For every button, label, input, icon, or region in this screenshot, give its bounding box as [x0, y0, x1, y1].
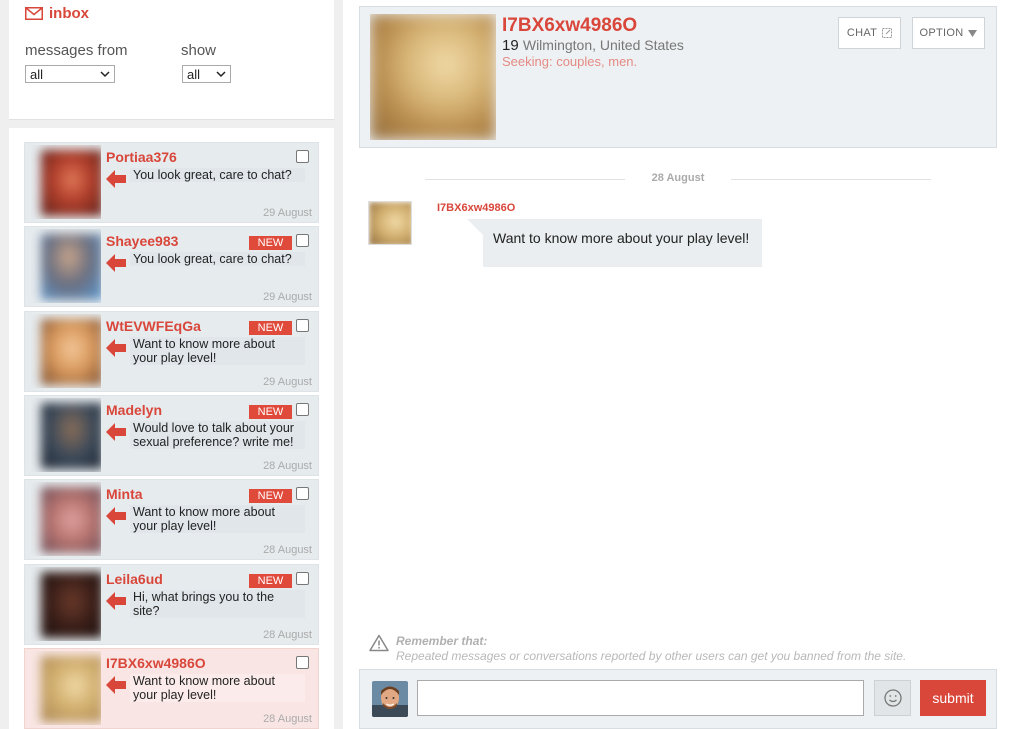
conversation-panel: I7BX6xw4986O 19 Wilmington, United State…	[343, 0, 1024, 729]
conversation-date: 29 August	[263, 375, 312, 388]
submit-button[interactable]: submit	[920, 680, 986, 716]
option-button[interactable]: OPTION	[912, 17, 985, 49]
reply-arrow-icon	[106, 507, 126, 526]
conversation-date: 28 August	[263, 459, 312, 472]
conversation-username[interactable]: WtEVWFEqGa	[106, 318, 201, 334]
inbox-title: inbox	[49, 5, 89, 22]
external-window-icon	[882, 28, 893, 38]
conversation-avatar[interactable]	[31, 145, 101, 219]
inbox-heading[interactable]: inbox	[25, 5, 89, 22]
messages-from-label: messages from	[25, 42, 128, 59]
new-badge: NEW	[249, 320, 292, 335]
new-badge: NEW	[249, 236, 292, 251]
conversation-preview: You look great, care to chat?	[130, 252, 305, 267]
profile-header: I7BX6xw4986O 19 Wilmington, United State…	[359, 6, 997, 148]
reply-arrow-icon	[106, 254, 126, 273]
message-input[interactable]	[417, 680, 864, 716]
select-checkbox[interactable]	[296, 402, 309, 416]
profile-name[interactable]: I7BX6xw4986O	[502, 15, 637, 37]
conversation-item[interactable]: Portiaa376 You look great, care to chat? 2…	[24, 142, 319, 223]
conversation-item[interactable]: I7BX6xw4986O Want to know more about your…	[24, 647, 319, 729]
conversation-avatar[interactable]	[31, 229, 101, 303]
reply-arrow-icon	[106, 675, 126, 694]
day-separator-label: 28 August	[651, 172, 705, 184]
conversation-date: 28 August	[263, 712, 312, 725]
chevron-down-icon	[216, 70, 226, 77]
select-checkbox[interactable]	[296, 150, 309, 163]
select-checkbox[interactable]	[296, 571, 309, 585]
smiley-icon	[883, 689, 902, 707]
conversation-username[interactable]: Shayee983	[106, 233, 178, 249]
my-avatar	[372, 681, 408, 717]
envelope-icon	[25, 7, 43, 20]
conversation-avatar[interactable]	[31, 398, 101, 472]
conversation-preview: You look great, care to chat?	[130, 168, 305, 182]
conversation-date: 28 August	[263, 544, 312, 557]
conversation-item[interactable]: WtEVWFEqGa NEW Want to know more about you…	[24, 310, 319, 392]
reply-arrow-icon	[106, 591, 126, 610]
profile-age: 19	[502, 37, 519, 54]
messages-from-value: all	[30, 66, 44, 82]
caret-down-icon	[968, 29, 978, 37]
select-checkbox[interactable]	[296, 655, 309, 669]
chevron-down-icon	[100, 70, 110, 77]
message-sender-name[interactable]: I7BX6xw4986O	[437, 202, 515, 214]
conversation-item[interactable]: Shayee983 NEW You look great, care to chat…	[24, 226, 319, 308]
message-bubble: Want to know more about your play level!	[483, 219, 762, 267]
day-divider-left	[425, 179, 625, 180]
bubble-tail	[467, 219, 483, 235]
new-badge: NEW	[249, 573, 292, 588]
reply-arrow-icon	[106, 170, 126, 188]
conversation-preview: Want to know more about your play level!	[130, 673, 305, 702]
conversation-preview: Want to know more about your play level!	[130, 336, 305, 365]
conversation-item[interactable]: Madelyn NEW Would love to talk about your …	[24, 394, 319, 476]
conversation-username[interactable]: I7BX6xw4986O	[106, 655, 206, 671]
new-badge: NEW	[249, 404, 292, 419]
show-value: all	[187, 66, 201, 82]
conversation-avatar[interactable]	[31, 482, 101, 556]
conversation-item[interactable]: Minta NEW Want to know more about your pla…	[24, 479, 319, 561]
warning-icon	[369, 634, 389, 652]
new-badge: NEW	[249, 489, 292, 504]
warning-title: Remember that:	[396, 634, 488, 648]
conversation-preview: Want to know more about your play level!	[130, 505, 305, 534]
select-checkbox[interactable]	[296, 487, 309, 501]
warning-text: Repeated messages or conversations repor…	[396, 649, 907, 663]
profile-location: Wilmington, United States	[522, 37, 684, 53]
reply-arrow-icon	[106, 422, 126, 441]
conversation-date: 29 August	[263, 207, 312, 219]
conversation-username[interactable]: Portiaa376	[106, 149, 177, 165]
conversation-preview: Hi, what brings you to the site?	[130, 589, 305, 618]
conversation-username[interactable]: Minta	[106, 486, 143, 502]
option-button-label: OPTION	[919, 27, 964, 39]
select-checkbox[interactable]	[296, 234, 309, 248]
profile-seeking: Seeking: couples, men.	[502, 54, 638, 69]
conversation-preview: Would love to talk about your sexual pre…	[130, 420, 305, 449]
conversation-date: 29 August	[263, 291, 312, 304]
conversation-date: 28 August	[263, 628, 312, 641]
profile-info: 19 Wilmington, United States	[502, 37, 684, 54]
chat-button[interactable]: CHAT	[838, 17, 901, 49]
reply-arrow-icon	[106, 338, 126, 357]
conversation-username[interactable]: Leila6ud	[106, 571, 163, 587]
show-label: show	[181, 42, 217, 59]
conversation-username[interactable]: Madelyn	[106, 402, 162, 418]
profile-photo[interactable]	[370, 14, 496, 140]
show-select[interactable]: all	[182, 65, 231, 83]
inbox-filter-panel: inbox messages from all show all	[9, 0, 334, 120]
messages-from-select[interactable]: all	[25, 65, 115, 83]
conversation-avatar[interactable]	[31, 651, 101, 725]
conversation-list: Portiaa376 You look great, care to chat? 2…	[9, 128, 334, 729]
conversation-item[interactable]: Leila6ud NEW Hi, what brings you to the si…	[24, 563, 319, 645]
day-divider-right	[731, 179, 931, 180]
select-checkbox[interactable]	[296, 318, 309, 332]
conversation-avatar[interactable]	[31, 567, 101, 641]
chat-button-label: CHAT	[846, 27, 878, 39]
sender-avatar[interactable]	[368, 201, 412, 245]
emoji-button[interactable]	[874, 680, 911, 716]
message-composer: submit	[359, 669, 997, 729]
conversation-avatar[interactable]	[31, 314, 101, 388]
